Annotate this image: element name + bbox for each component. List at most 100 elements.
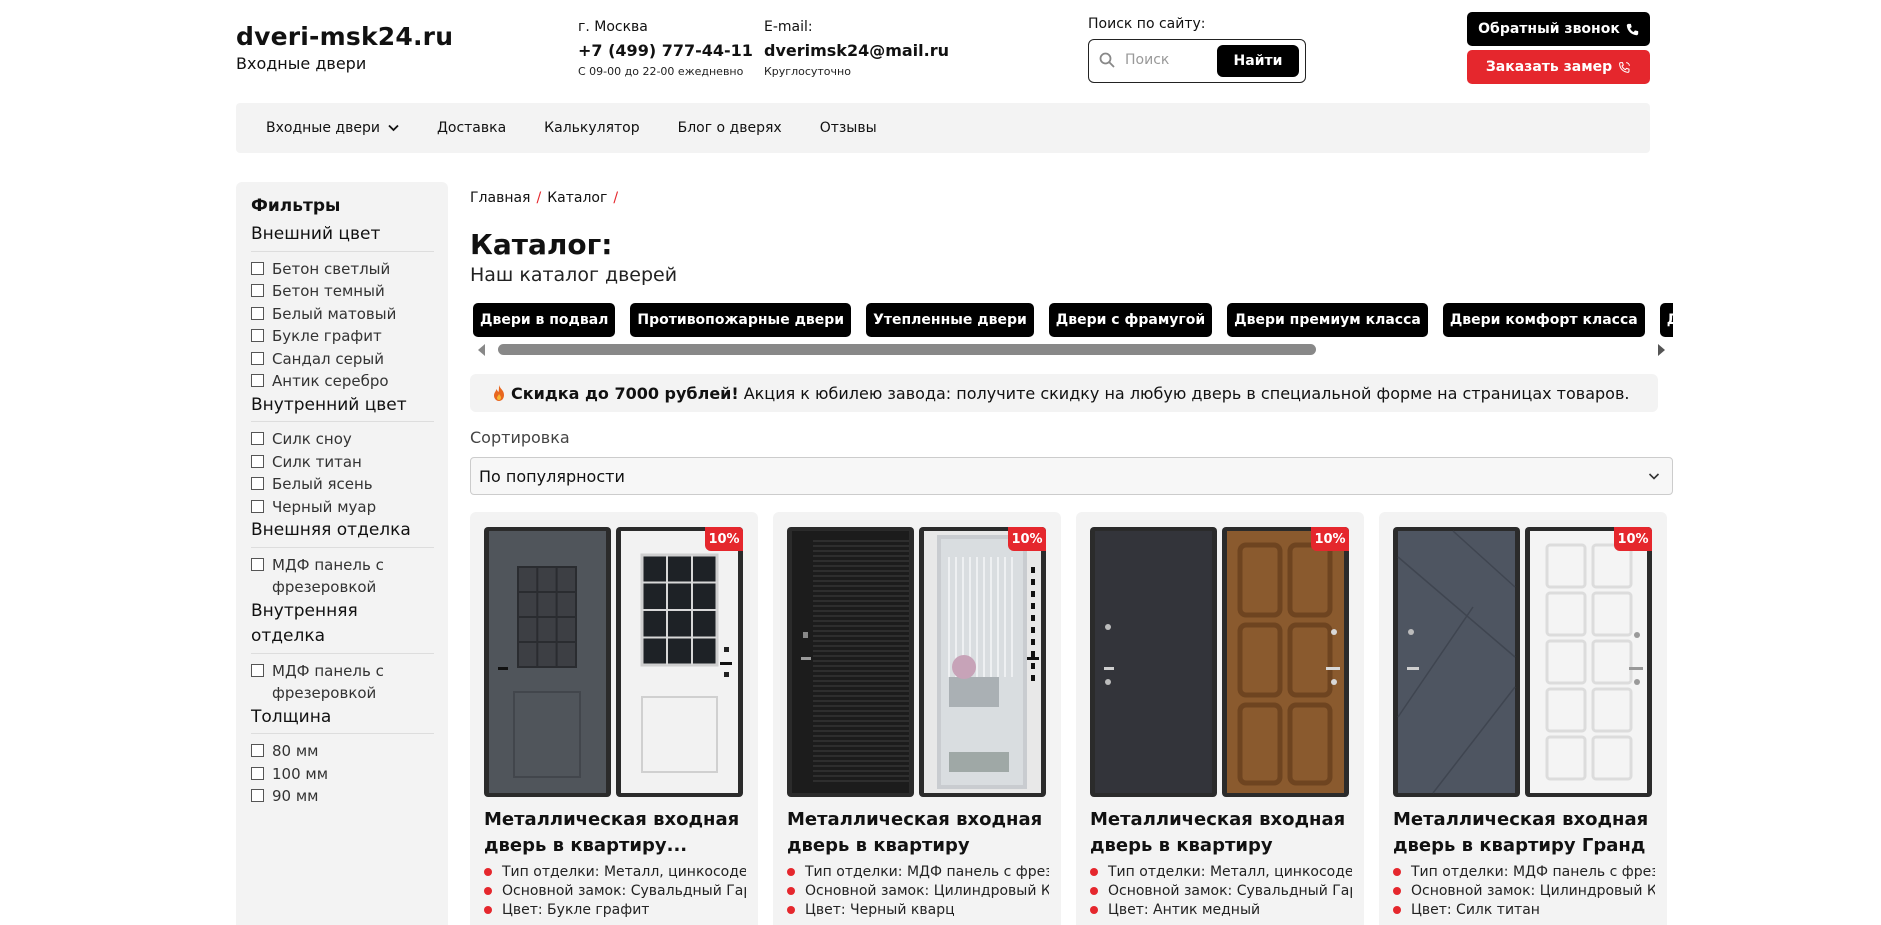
scroll-left-arrow-icon[interactable]: [478, 344, 485, 356]
category-list: Двери в подвал Противопожарные двери Утепл…: [470, 303, 1673, 337]
product-card[interactable]: 10% Металлическая входная дверь в квартир…: [1379, 512, 1667, 925]
product-image[interactable]: 10%: [484, 527, 744, 797]
category-pill[interactable]: Двери премиум класса: [1227, 303, 1428, 337]
product-title[interactable]: Металлическая входная дверь в квартиру Г…: [1393, 807, 1655, 859]
filter-group-title: Внешняя отделка: [251, 518, 434, 548]
bullet-dot-icon: [484, 906, 492, 915]
filter-group-title: Толщина: [251, 705, 434, 734]
filter-option[interactable]: МДФ панель с фрезеровкой: [251, 660, 434, 705]
category-pill[interactable]: Двери со стеклом: [1659, 303, 1673, 337]
filter-option[interactable]: Бетон темный: [251, 280, 434, 303]
filter-option[interactable]: Черный муар: [251, 496, 434, 519]
order-measure-button[interactable]: Заказать замер: [1467, 50, 1650, 84]
product-title[interactable]: Металлическая входная дверь в квартиру..…: [484, 807, 746, 859]
product-image[interactable]: 10%: [1393, 527, 1653, 797]
filter-checkbox[interactable]: [251, 499, 264, 513]
filter-checkbox[interactable]: [251, 789, 264, 802]
bullet-dot-icon: [484, 868, 492, 877]
filter-option[interactable]: Силк титан: [251, 451, 434, 474]
filter-option[interactable]: Белый ясень: [251, 473, 434, 496]
product-card[interactable]: 10% Металлическая входная дверь в квартир…: [470, 512, 758, 925]
filter-option[interactable]: МДФ панель с фрезеровкой: [251, 554, 434, 599]
product-image[interactable]: 10%: [1090, 527, 1350, 797]
filter-option-label: Белый ясень: [272, 475, 373, 493]
filter-checkbox[interactable]: [251, 351, 264, 365]
filter-option[interactable]: 90 мм: [251, 785, 434, 808]
product-card[interactable]: 10% Металлическая входная дверь в квартир…: [1076, 512, 1364, 925]
spec-text: Тип отделки: Металл, цинкосодержащий: [502, 864, 746, 880]
discount-badge: 10%: [705, 527, 743, 551]
filter-group-title: Внутренний цвет: [251, 393, 434, 422]
search-input[interactable]: [1125, 48, 1225, 72]
sort-select[interactable]: По популярности: [470, 457, 1673, 495]
filter-option[interactable]: 80 мм: [251, 740, 434, 763]
product-title[interactable]: Металлическая входная дверь в квартиру Й…: [1090, 807, 1352, 859]
breadcrumb-home[interactable]: Главная: [470, 190, 530, 206]
filter-option-label: МДФ панель с фрезеровкой: [272, 555, 384, 597]
bullet-dot-icon: [1393, 868, 1401, 877]
filter-option[interactable]: Антик серебро: [251, 370, 434, 393]
category-pill[interactable]: Противопожарные двери: [630, 303, 852, 337]
nav-blog[interactable]: Блог о дверях: [678, 120, 782, 136]
spec-row: Основной замок: Цилиндровый Кале: [1393, 882, 1655, 901]
category-pill[interactable]: Утепленные двери: [866, 303, 1034, 337]
filter-checkbox[interactable]: [251, 766, 264, 780]
nav-entry-doors[interactable]: Входные двери: [266, 120, 399, 136]
filter-checkbox[interactable]: [251, 477, 264, 490]
scrollbar-thumb[interactable]: [498, 344, 1316, 355]
filter-option[interactable]: Бетон светлый: [251, 258, 434, 281]
category-pill[interactable]: Двери в подвал: [473, 303, 616, 337]
product-card[interactable]: 10% Металлическая входная дверь в квартир…: [773, 512, 1061, 925]
spec-row: Тип отделки: Металл, цинкосодержащий: [484, 863, 746, 882]
scroll-right-arrow-icon[interactable]: [1658, 344, 1665, 356]
filter-option[interactable]: 100 мм: [251, 763, 434, 786]
search-button[interactable]: Найти: [1217, 45, 1299, 77]
door-inner-image: 10%: [1222, 527, 1349, 797]
bullet-dot-icon: [787, 868, 795, 877]
product-grid: 10% Металлическая входная дверь в квартир…: [470, 512, 1667, 925]
filter-option[interactable]: Белый матовый: [251, 303, 434, 326]
filter-checkbox[interactable]: [251, 744, 264, 757]
callback-button[interactable]: Обратный звонок: [1467, 12, 1650, 46]
filter-option[interactable]: Силк сноу: [251, 428, 434, 451]
promo-banner: Скидка до 7000 рублей! Акция к юбилею за…: [470, 374, 1658, 412]
filter-checkbox[interactable]: [251, 284, 264, 297]
page-subtitle: Наш каталог дверей: [470, 264, 678, 286]
filter-option[interactable]: Сандал серый: [251, 348, 434, 371]
fire-icon: [494, 385, 504, 401]
category-pill[interactable]: Двери комфорт класса: [1442, 303, 1645, 337]
spec-text: Цвет: Черный кварц: [805, 901, 955, 918]
category-scrollbar[interactable]: [470, 341, 1673, 357]
filter-checkbox[interactable]: [251, 329, 264, 342]
filter-checkbox[interactable]: [251, 557, 264, 571]
nav-reviews[interactable]: Отзывы: [820, 120, 877, 136]
filter-checkbox[interactable]: [251, 261, 264, 275]
breadcrumb-catalog[interactable]: Каталог: [547, 190, 607, 206]
bullet-dot-icon: [787, 906, 795, 915]
filter-checkbox[interactable]: [251, 454, 264, 468]
spec-row: Цвет: Силк титан: [1393, 901, 1655, 920]
email-block: E-mail: dverimsk24@mail.ru Круглосуточно: [764, 19, 949, 78]
spec-text: Цвет: Силк титан: [1411, 901, 1540, 918]
nav-delivery[interactable]: Доставка: [437, 120, 506, 136]
filter-checkbox[interactable]: [251, 663, 264, 677]
product-image[interactable]: 10%: [787, 527, 1047, 797]
product-title[interactable]: Металлическая входная дверь в квартиру L…: [787, 807, 1049, 859]
filter-checkbox[interactable]: [251, 306, 264, 320]
filter-checkbox[interactable]: [251, 432, 264, 445]
site-logo[interactable]: dveri-msk24.ru: [236, 22, 453, 51]
email-address[interactable]: dverimsk24@mail.ru: [764, 42, 949, 60]
chevron-down-icon: [1648, 473, 1660, 480]
category-pill[interactable]: Двери с фрамугой: [1048, 303, 1213, 337]
door-inner-image: 10%: [616, 527, 743, 797]
door-outer-image: [1090, 527, 1217, 797]
spec-row: Тип отделки: Металл, цинкосодержащий: [1090, 863, 1352, 882]
filter-option[interactable]: Букле графит: [251, 325, 434, 348]
bullet-dot-icon: [1090, 906, 1098, 915]
filter-checkbox[interactable]: [251, 374, 264, 387]
phone-block: г. Москва +7 (499) 777-44-11 С 09-00 до …: [578, 19, 753, 78]
page-title: Каталог:: [470, 228, 613, 261]
breadcrumb-separator: /: [613, 190, 619, 206]
phone-number[interactable]: +7 (499) 777-44-11: [578, 42, 753, 60]
nav-calculator[interactable]: Калькулятор: [544, 120, 639, 136]
